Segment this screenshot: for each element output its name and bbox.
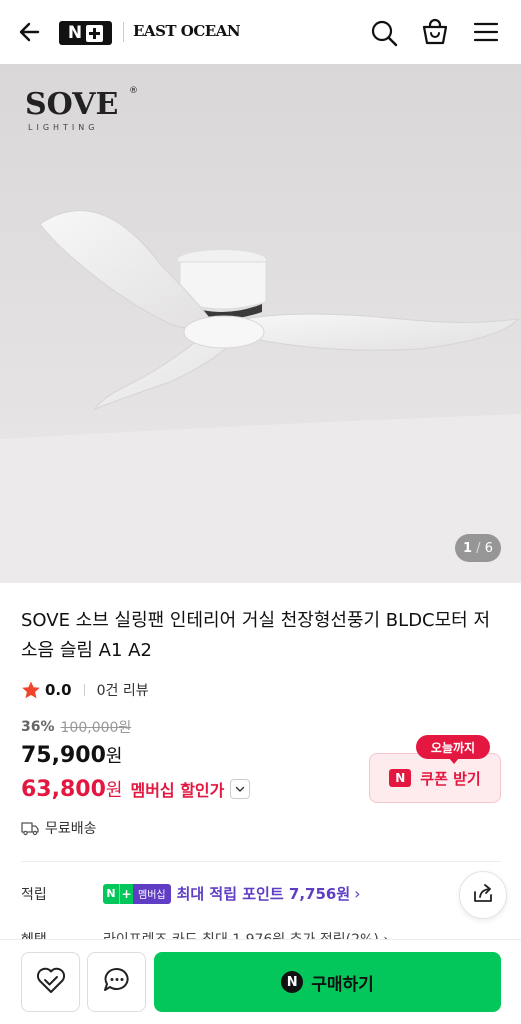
rating-value: 0.0 [45, 681, 72, 699]
coupon-download-button[interactable]: N 쿠폰 받기 [369, 753, 501, 803]
chevron-down-icon[interactable] [230, 779, 251, 799]
shipping-text: 무료배송 [45, 821, 97, 837]
svg-text:®: ® [129, 86, 138, 96]
naver-coupon-icon: N [389, 769, 412, 787]
brand-subtitle: LIGHTING [28, 123, 98, 132]
heart-icon [35, 965, 67, 999]
truck-icon [21, 820, 39, 836]
member-price-row: 63,800원 멤버십 할인가 [21, 776, 251, 802]
shopping-bag-icon[interactable] [420, 17, 450, 47]
search-icon[interactable] [369, 18, 399, 48]
sale-price-value: 75,900 [21, 743, 106, 768]
discount-rate: 36% [21, 719, 55, 735]
nplus-membership-badge: N + 멤버십 [103, 883, 171, 904]
share-icon [472, 882, 494, 908]
share-button[interactable] [459, 871, 507, 919]
shipping-row: 무료배송 [21, 818, 97, 838]
product-title: SOVE 소브 실링팬 인테리어 거실 천장형선풍기 BLDC모터 저소음 슬림… [21, 610, 491, 661]
sale-price: 75,900원 [21, 742, 122, 768]
bottom-action-bar: N 구매하기 [0, 940, 521, 1024]
member-price: 63,800원 [21, 776, 122, 802]
image-counter-separator: / [472, 540, 485, 556]
member-price-unit: 원 [105, 780, 123, 801]
talk-talk-button[interactable] [87, 952, 146, 1012]
sale-price-unit: 원 [105, 746, 123, 767]
points-label: 적립 [21, 886, 47, 903]
product-image[interactable]: SOVE ® LIGHTING [0, 64, 521, 583]
image-counter-current: 1 [463, 540, 473, 556]
menu-icon[interactable] [471, 17, 501, 47]
logo-letter: N [67, 23, 83, 43]
review-count[interactable]: 0건 리뷰 [97, 680, 149, 700]
header-divider [123, 22, 124, 42]
star-icon [21, 680, 41, 700]
section-divider [21, 861, 501, 862]
store-name[interactable]: EAST OCEAN [133, 22, 241, 40]
member-price-value: 63,800 [21, 777, 106, 802]
points-row[interactable]: 적립 N + 멤버십 최대 적립 포인트 7,756원 › [21, 883, 361, 904]
image-counter-total: 6 [484, 540, 493, 556]
buy-now-button[interactable]: N 구매하기 [154, 952, 501, 1012]
brand-logo: SOVE [25, 87, 118, 122]
coupon-button-label: 쿠폰 받기 [420, 769, 481, 788]
wishlist-button[interactable] [21, 952, 80, 1012]
chevron-right-icon: › [354, 884, 361, 903]
member-price-label: 멤버십 할인가 [130, 781, 225, 800]
original-price: 100,000원 [60, 720, 132, 736]
back-arrow-icon[interactable] [16, 18, 44, 46]
badge-plus: + [119, 883, 133, 904]
today-only-badge: 오늘까지 [416, 735, 490, 764]
chat-icon [102, 965, 132, 999]
top-header: N EAST OCEAN [0, 0, 521, 64]
naver-plus-logo[interactable]: N [59, 21, 112, 45]
buy-now-label: 구매하기 [311, 974, 374, 995]
max-points-text: 최대 적립 포인트 7,756원 [176, 885, 351, 903]
rating-row[interactable]: 0.0 0건 리뷰 [21, 679, 149, 701]
badge-n: N [103, 883, 119, 904]
rating-divider [83, 684, 85, 696]
badge-membership: 멤버십 [133, 883, 171, 904]
plus-icon [86, 24, 104, 42]
ceiling-fan-illustration: SOVE ® LIGHTING [0, 64, 521, 583]
discount-row: 36% 100,000원 [21, 717, 131, 737]
image-counter: 1 / 6 [455, 534, 501, 562]
naver-pay-icon: N [281, 971, 304, 993]
